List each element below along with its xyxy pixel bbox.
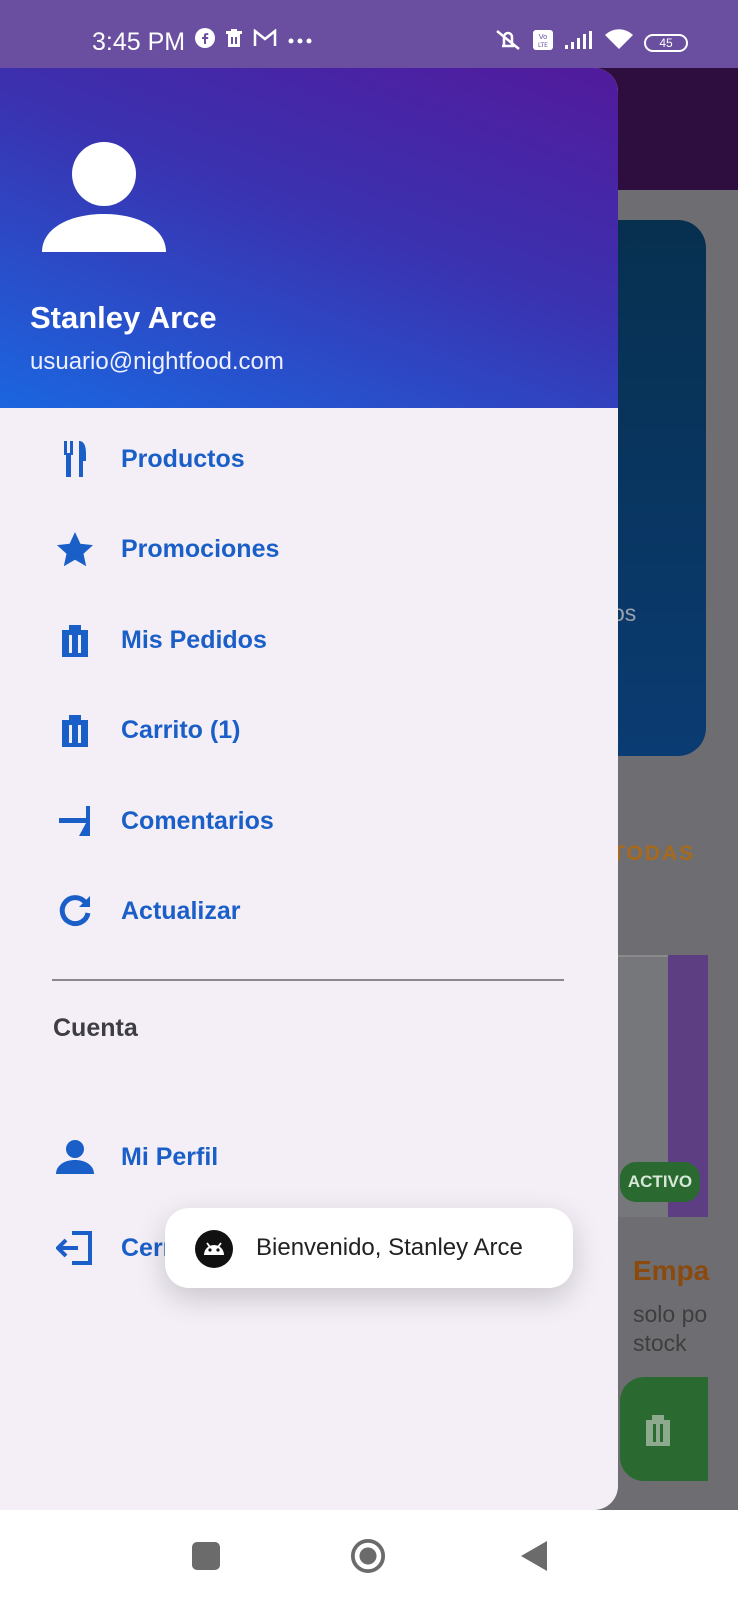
android-icon — [195, 1230, 233, 1268]
menu-item-carrito[interactable]: Carrito (1) — [0, 690, 618, 770]
star-icon — [54, 528, 96, 570]
svg-text:Vo: Vo — [539, 33, 548, 41]
trash-icon — [225, 28, 243, 53]
background-product-name: Empa — [633, 1255, 710, 1286]
navigation-drawer: Stanley Arce usuario@nightfood.com Produ… — [0, 68, 618, 1510]
menu-label-carrito: Carrito (1) — [121, 715, 241, 744]
logout-icon — [54, 1227, 96, 1269]
status-icons-right: Vo LTE 45 — [494, 28, 688, 57]
menu-label-comentarios: Comentarios — [121, 806, 274, 835]
vibrate-off-icon — [494, 28, 522, 57]
refresh-icon — [54, 890, 96, 932]
comment-icon — [54, 800, 96, 842]
menu-label-promociones: Promociones — [121, 534, 280, 563]
menu-label-actualizar: Actualizar — [121, 896, 241, 925]
bag-icon — [54, 619, 96, 661]
person-icon — [54, 1136, 96, 1178]
background-product-desc: solo po stock — [633, 1301, 708, 1356]
facebook-icon — [195, 28, 215, 53]
menu-item-comentarios[interactable]: Comentarios — [0, 781, 618, 861]
status-icons-left — [195, 28, 313, 53]
menu-item-promociones[interactable]: Promociones — [0, 509, 618, 589]
toast-message: Bienvenido, Stanley Arce — [256, 1234, 523, 1261]
system-nav-bar — [0, 1510, 738, 1600]
bag-icon — [643, 1413, 673, 1452]
user-name: Stanley Arce — [30, 300, 217, 335]
signal-icon — [564, 30, 594, 55]
volte-icon: Vo LTE — [532, 29, 554, 56]
menu-item-mis-pedidos[interactable]: Mis Pedidos — [0, 600, 618, 680]
recents-button[interactable] — [188, 1538, 224, 1574]
user-email: usuario@nightfood.com — [30, 348, 284, 375]
drawer-divider — [52, 979, 564, 981]
wifi-icon — [604, 29, 634, 56]
welcome-toast: Bienvenido, Stanley Arce — [165, 1208, 573, 1288]
background-filter-todas: TODAS — [612, 842, 696, 865]
menu-label-mi-perfil: Mi Perfil — [121, 1142, 219, 1171]
more-dots-icon — [287, 32, 313, 50]
drawer-header: Stanley Arce usuario@nightfood.com — [0, 68, 618, 408]
section-title-cuenta: Cuenta — [53, 1014, 138, 1042]
menu-label-mis-pedidos: Mis Pedidos — [121, 625, 267, 654]
status-bar: 3:45 PM Vo LTE 45 — [0, 0, 738, 68]
background-status-badge: ACTIVO — [620, 1162, 700, 1202]
gmail-icon — [253, 28, 277, 52]
menu-item-mi-perfil[interactable]: Mi Perfil — [0, 1117, 618, 1197]
menu-label-productos: Productos — [121, 444, 245, 473]
home-button[interactable] — [350, 1538, 386, 1574]
battery-icon: 45 — [644, 33, 688, 52]
status-time: 3:45 PM — [92, 28, 186, 56]
utensils-icon — [54, 438, 96, 480]
avatar-icon — [40, 140, 170, 261]
menu-item-actualizar[interactable]: Actualizar — [0, 871, 618, 951]
back-button[interactable] — [516, 1538, 552, 1574]
cart-icon — [54, 709, 96, 751]
menu-item-productos[interactable]: Productos — [0, 419, 618, 499]
svg-text:LTE: LTE — [538, 42, 548, 49]
